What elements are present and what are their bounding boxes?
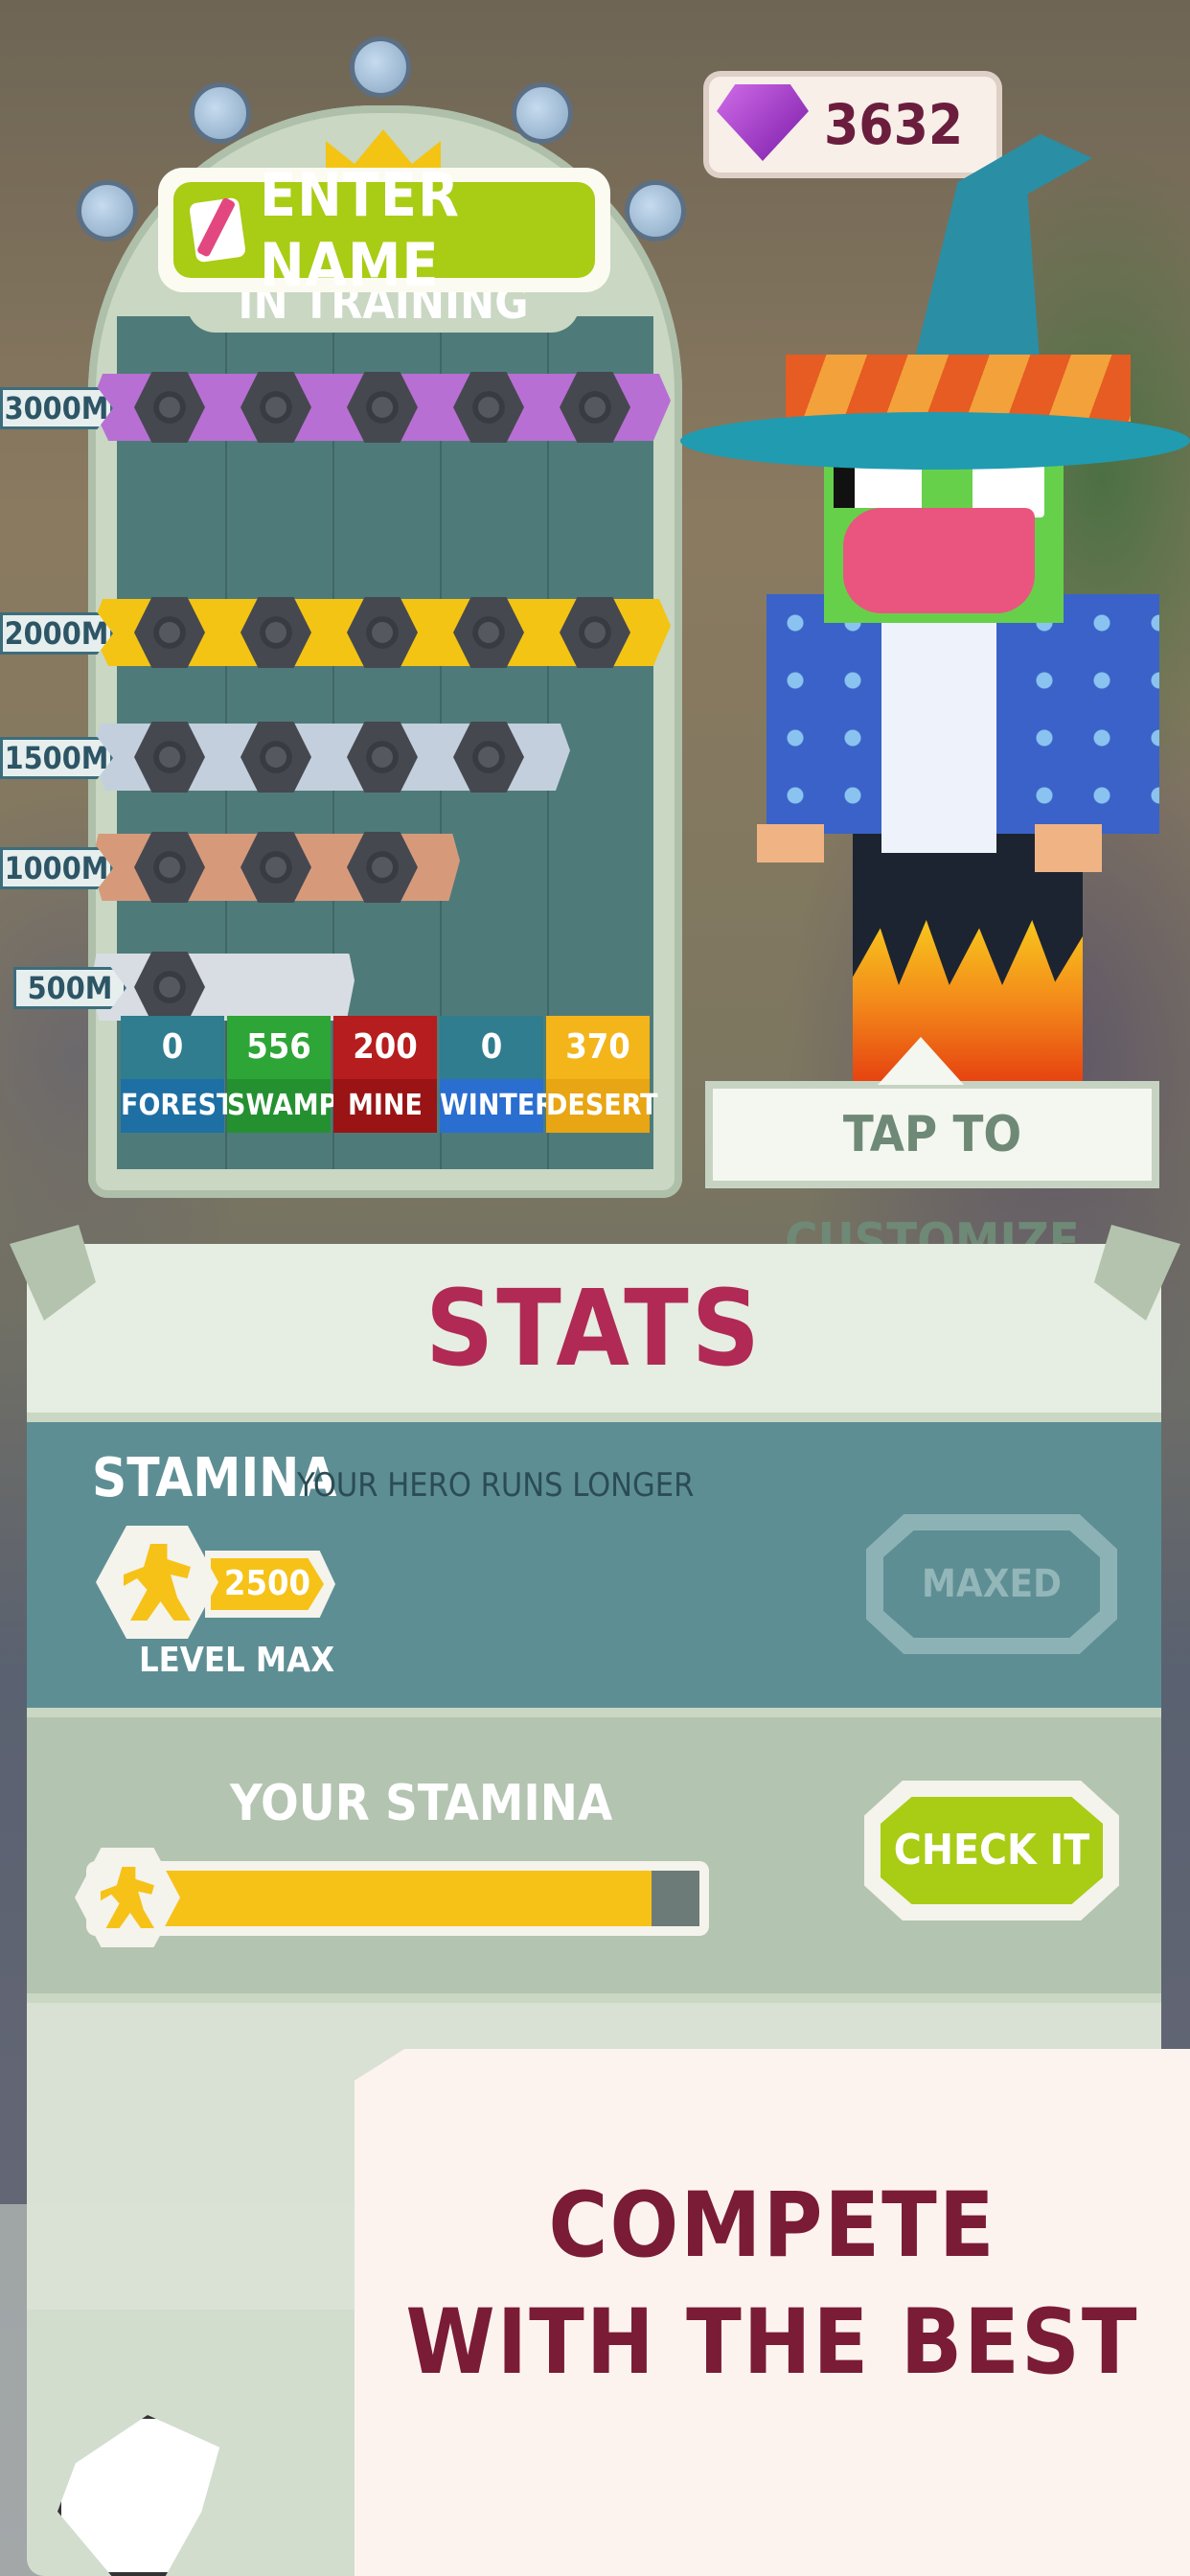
biome-label: WINTER [440,1079,555,1133]
pencil-icon [188,196,247,264]
character-shirt [881,613,996,853]
biome-label: SWAMP [227,1079,337,1133]
biome-label: MINE [333,1079,437,1133]
promo-line-2: WITH THE BEST [405,2290,1139,2395]
decor-bolt-icon [190,82,251,144]
hat-brim [680,412,1190,470]
check-it-button[interactable]: CHECK IT [864,1781,1119,1920]
biome-value: 200 [333,1016,437,1079]
distance-marker: 1500M [0,737,113,779]
stamina-cost: 2500 [211,1558,324,1610]
promo-line-1: COMPETE [548,2174,996,2278]
biome-value: 0 [121,1016,224,1079]
decor-bolt-icon [512,82,573,144]
check-it-label: CHECK IT [881,1797,1103,1904]
biome-label: FOREST [121,1079,234,1133]
maxed-out-button[interactable]: MAXED OUT [866,1514,1117,1654]
distance-marker: 1000M [0,847,113,889]
runner-icon [101,1867,154,1928]
gem-count: 3632 [824,92,964,157]
biome-swamp: 556 SWAMP [227,1016,337,1133]
character-hand [1035,824,1102,872]
biome-label: DESERT [546,1079,658,1133]
biome-desert: 370 DESERT [546,1016,658,1133]
decor-bolt-icon [77,180,138,242]
character-hand [757,824,824,862]
biome-forest: 0 FOREST [121,1016,234,1133]
biome-value: 370 [546,1016,650,1079]
maxed-out-label: MAXED OUT [883,1530,1100,1638]
biome-winter: 0 WINTER [440,1016,555,1133]
biome-value: 556 [227,1016,331,1079]
enter-name-button[interactable]: ENTER NAME [158,160,610,300]
enter-name-label: ENTER NAME [260,160,460,300]
biome-value: 0 [440,1016,543,1079]
distance-marker: 2000M [0,612,113,655]
customize-button[interactable]: TAP TO CUSTOMIZE [705,1081,1159,1271]
stamina-level: LEVEL MAX [139,1641,335,1680]
runner-icon [124,1544,191,1621]
decor-bolt-icon [625,180,686,242]
your-stamina-title: YOUR STAMINA [230,1775,613,1832]
distance-marker: 3000M [0,387,113,429]
stamina-subtitle: YOUR HERO RUNS LONGER [297,1466,695,1505]
distance-marker: 500M [13,967,126,1009]
distance-rail [91,954,355,1021]
biome-mine: 200 MINE [333,1016,437,1133]
stats-title: STATS [27,1244,1161,1413]
decor-bolt-icon [350,36,411,98]
stamina-bar-fill [163,1871,652,1926]
character-mouth [843,508,1035,613]
